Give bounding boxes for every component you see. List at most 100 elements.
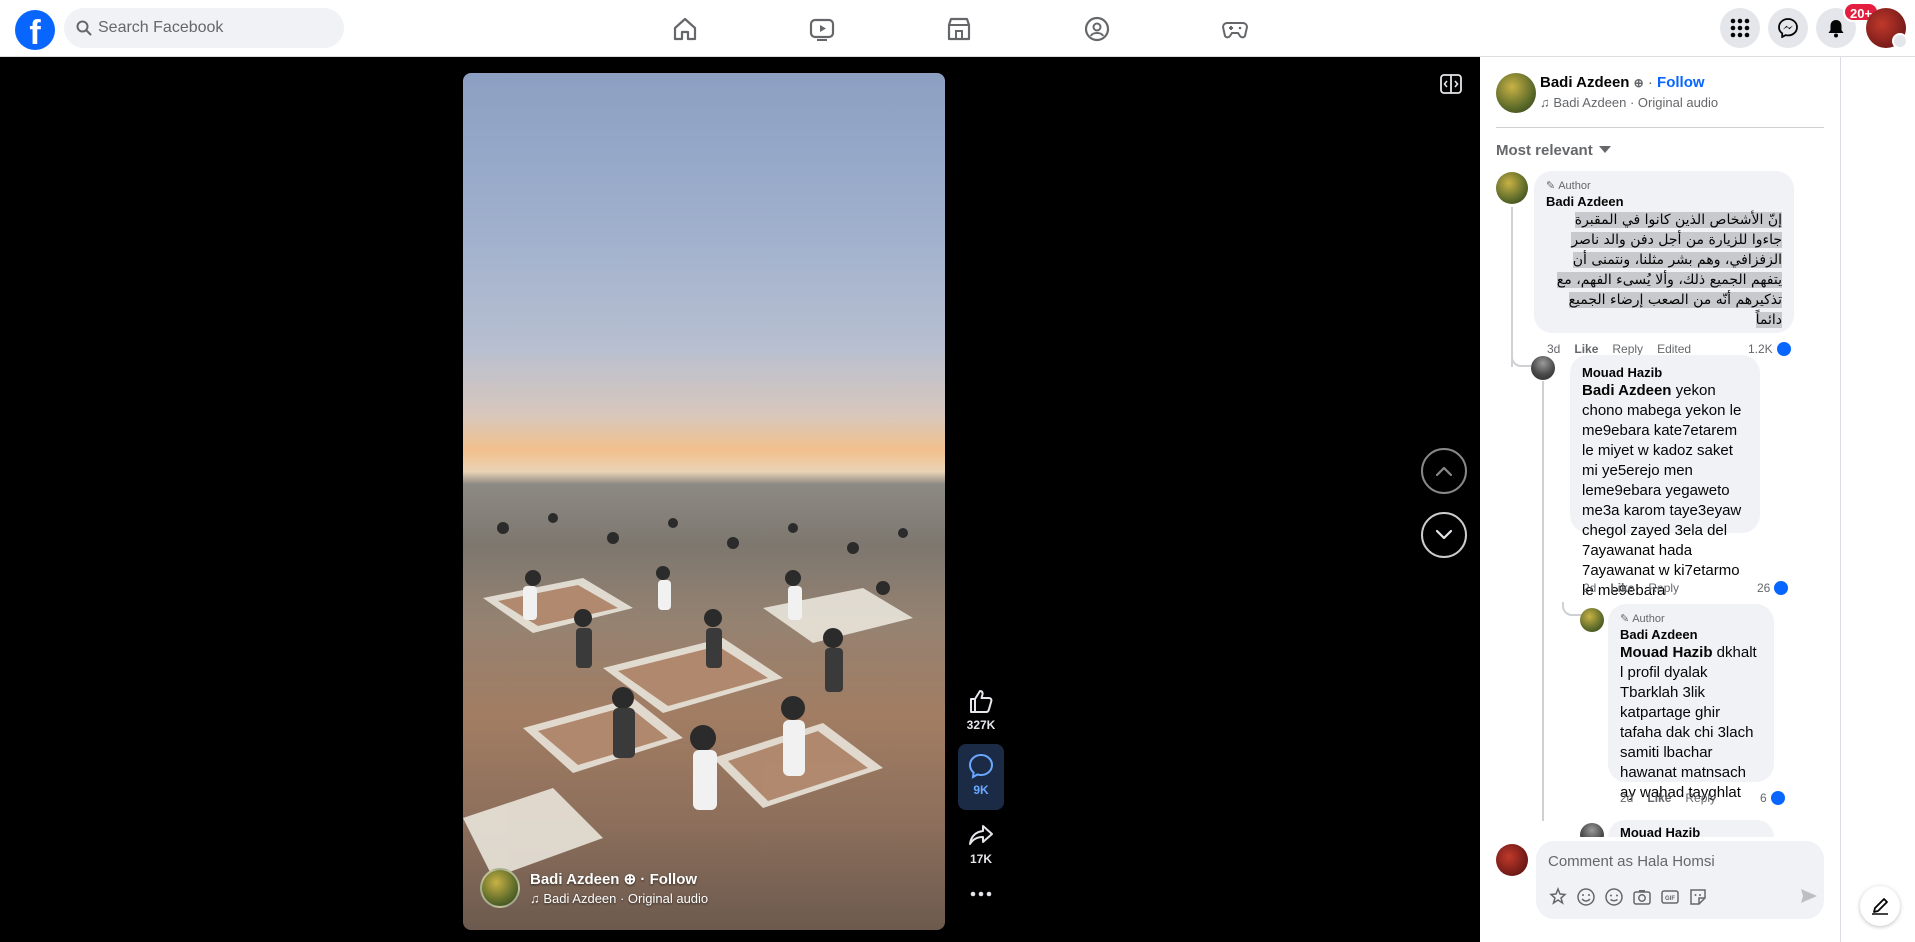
commenter-avatar[interactable] <box>1531 356 1555 380</box>
comment-bubble: ✎ Author Badi Azdeen إنّ الأشخاص الذين كا… <box>1534 171 1794 333</box>
comment-action[interactable]: 9K <box>958 744 1004 810</box>
divider <box>1496 127 1824 128</box>
video-author-avatar[interactable] <box>480 868 520 908</box>
commenter-name[interactable]: Mouad Hazib <box>1582 365 1748 380</box>
mention-link[interactable]: Mouad Hazib <box>1620 644 1713 661</box>
video-follow-link[interactable]: Follow <box>650 871 698 888</box>
messenger-icon <box>1778 18 1798 38</box>
send-icon[interactable] <box>1800 887 1818 905</box>
search-input[interactable] <box>98 8 328 48</box>
like-reaction-icon <box>1772 579 1791 597</box>
gaming-icon[interactable] <box>1222 16 1248 42</box>
sort-label: Most relevant <box>1496 142 1593 159</box>
watch-icon[interactable] <box>809 16 835 42</box>
messenger-button[interactable] <box>1768 8 1808 48</box>
globe-icon: ⊕ <box>1633 76 1644 90</box>
caret-down-icon <box>1598 146 1611 153</box>
globe-icon: ⊕ <box>623 871 637 888</box>
current-user-avatar[interactable] <box>1496 844 1528 876</box>
comment-time[interactable]: 3d <box>1547 342 1560 356</box>
previous-reel-button[interactable] <box>1421 448 1467 494</box>
like-comment-button[interactable]: Like <box>1610 581 1634 595</box>
thread-line <box>1542 381 1544 821</box>
menu-button[interactable] <box>1720 8 1760 48</box>
collapse-panel-icon[interactable] <box>1440 74 1462 94</box>
music-note-icon: ♫ <box>530 891 540 906</box>
like-comment-button[interactable]: Like <box>1574 342 1598 356</box>
music-note-icon: ♫ <box>1540 95 1550 110</box>
comment-meta: 2d Like Reply <box>1583 581 1693 595</box>
thread-connector <box>1511 353 1531 367</box>
author-tag: ✎ Author <box>1546 179 1782 193</box>
video-author-overlay: Badi Azdeen ⊕ · Follow ♫ Badi Azdeen · O… <box>480 868 708 908</box>
reel-viewer: Badi Azdeen ⊕ · Follow ♫ Badi Azdeen · O… <box>0 57 1480 942</box>
reaction-summary[interactable]: 6 <box>1760 789 1787 807</box>
comment-text: Badi Azdeen yekon chono mabega yekon le … <box>1582 381 1748 601</box>
reel-video[interactable]: Badi Azdeen ⊕ · Follow ♫ Badi Azdeen · O… <box>463 73 945 930</box>
reaction-count: 6 <box>1760 791 1767 805</box>
post-author-line: Badi Azdeen ⊕ · Follow <box>1540 74 1705 91</box>
reaction-summary[interactable]: 1.2K <box>1748 340 1793 358</box>
post-author-name[interactable]: Badi Azdeen <box>1540 74 1629 91</box>
reply-button[interactable]: Reply <box>1685 791 1716 805</box>
comment-time[interactable]: 2d <box>1583 581 1596 595</box>
share-count: 17K <box>969 852 992 866</box>
gif-icon[interactable]: GIF <box>1660 887 1680 907</box>
mention-link[interactable]: Badi Azdeen <box>1582 382 1671 399</box>
edited-label: Edited <box>1657 342 1692 356</box>
facebook-logo[interactable]: f <box>15 10 55 50</box>
post-audio-label[interactable]: Badi Azdeen · Original audio <box>1553 95 1718 110</box>
author-tag-label: Author <box>1632 612 1665 625</box>
pencil-icon: ✎ <box>1620 613 1630 625</box>
commenter-name[interactable]: Mouad Hazib <box>1620 825 1762 837</box>
post-author-avatar[interactable] <box>1496 73 1536 113</box>
like-action[interactable]: 327K <box>958 688 1004 732</box>
camera-icon[interactable] <box>1632 887 1652 907</box>
commenter-avatar[interactable] <box>1496 172 1528 204</box>
comment-text: إنّ الأشخاص الذين كانوا في المقبرة جاءوا… <box>1546 210 1782 330</box>
more-icon <box>970 891 992 897</box>
follow-link[interactable]: Follow <box>1657 74 1705 91</box>
groups-icon[interactable] <box>1084 16 1110 42</box>
share-icon <box>969 825 993 845</box>
comment-composer: GIF <box>1480 837 1840 942</box>
like-reaction-icon <box>1774 340 1793 358</box>
commenter-name[interactable]: Badi Azdeen <box>1546 194 1782 209</box>
video-frame-crowd <box>463 513 913 878</box>
more-options-button[interactable] <box>958 889 1004 899</box>
smiley-icon[interactable] <box>1604 887 1624 907</box>
bell-icon <box>1828 20 1844 38</box>
like-count: 327K <box>966 718 996 732</box>
comment-icon <box>968 753 994 779</box>
avatar-sticker-icon[interactable] <box>1548 887 1568 907</box>
search-icon <box>76 20 92 36</box>
video-audio-label[interactable]: Badi Azdeen · Original audio <box>543 891 708 906</box>
comment-time[interactable]: 2d <box>1620 791 1633 805</box>
chevron-up-icon <box>1435 466 1453 477</box>
next-reel-button[interactable] <box>1421 512 1467 558</box>
grid-menu-icon <box>1730 18 1750 38</box>
comment-input[interactable] <box>1548 847 1808 875</box>
comment-meta: 3d Like Reply Edited <box>1547 342 1705 356</box>
commenter-name[interactable]: Badi Azdeen <box>1620 627 1762 642</box>
reply-button[interactable]: Reply <box>1612 342 1643 356</box>
reaction-summary[interactable]: 26 <box>1757 579 1791 597</box>
search-box[interactable] <box>64 8 344 48</box>
comment-input-box[interactable]: GIF <box>1536 841 1824 919</box>
post-audio-line: ♫ Badi Azdeen · Original audio <box>1540 95 1718 110</box>
comment-sort-dropdown[interactable]: Most relevant <box>1496 142 1611 159</box>
new-message-button[interactable] <box>1860 886 1900 926</box>
marketplace-icon[interactable] <box>946 16 972 42</box>
reaction-count: 1.2K <box>1748 342 1773 356</box>
share-action[interactable]: 17K <box>958 822 1004 866</box>
like-comment-button[interactable]: Like <box>1647 791 1671 805</box>
sticker-icon[interactable] <box>1688 887 1708 907</box>
emoji-icon[interactable] <box>1576 887 1596 907</box>
reply-button[interactable]: Reply <box>1648 581 1679 595</box>
video-author-name[interactable]: Badi Azdeen <box>530 871 619 888</box>
composer-tools: GIF <box>1548 887 1708 907</box>
commenter-avatar[interactable] <box>1580 608 1604 632</box>
comment-text-content: yekon chono mabega yekon le me9ebara kat… <box>1582 382 1742 599</box>
home-icon[interactable] <box>672 16 698 42</box>
account-caret-icon[interactable] <box>1892 33 1908 49</box>
